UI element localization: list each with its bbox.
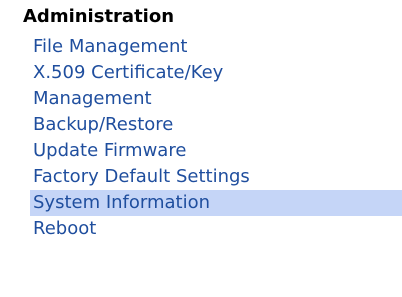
nav-item-file-management[interactable]: File Management xyxy=(0,34,402,60)
nav-item-update-firmware[interactable]: Update Firmware xyxy=(0,138,402,164)
admin-nav-list: File Management X.509 Certificate/Key Ma… xyxy=(0,34,402,242)
nav-item-backup-restore[interactable]: Backup/Restore xyxy=(0,112,402,138)
section-title-administration: Administration xyxy=(23,6,175,27)
nav-item-factory-default-settings[interactable]: Factory Default Settings xyxy=(0,164,402,190)
nav-item-system-information[interactable]: System Information xyxy=(30,190,402,216)
nav-item-x509-certificate-key-management[interactable]: X.509 Certificate/Key Management xyxy=(0,60,293,112)
nav-item-reboot[interactable]: Reboot xyxy=(0,216,402,242)
